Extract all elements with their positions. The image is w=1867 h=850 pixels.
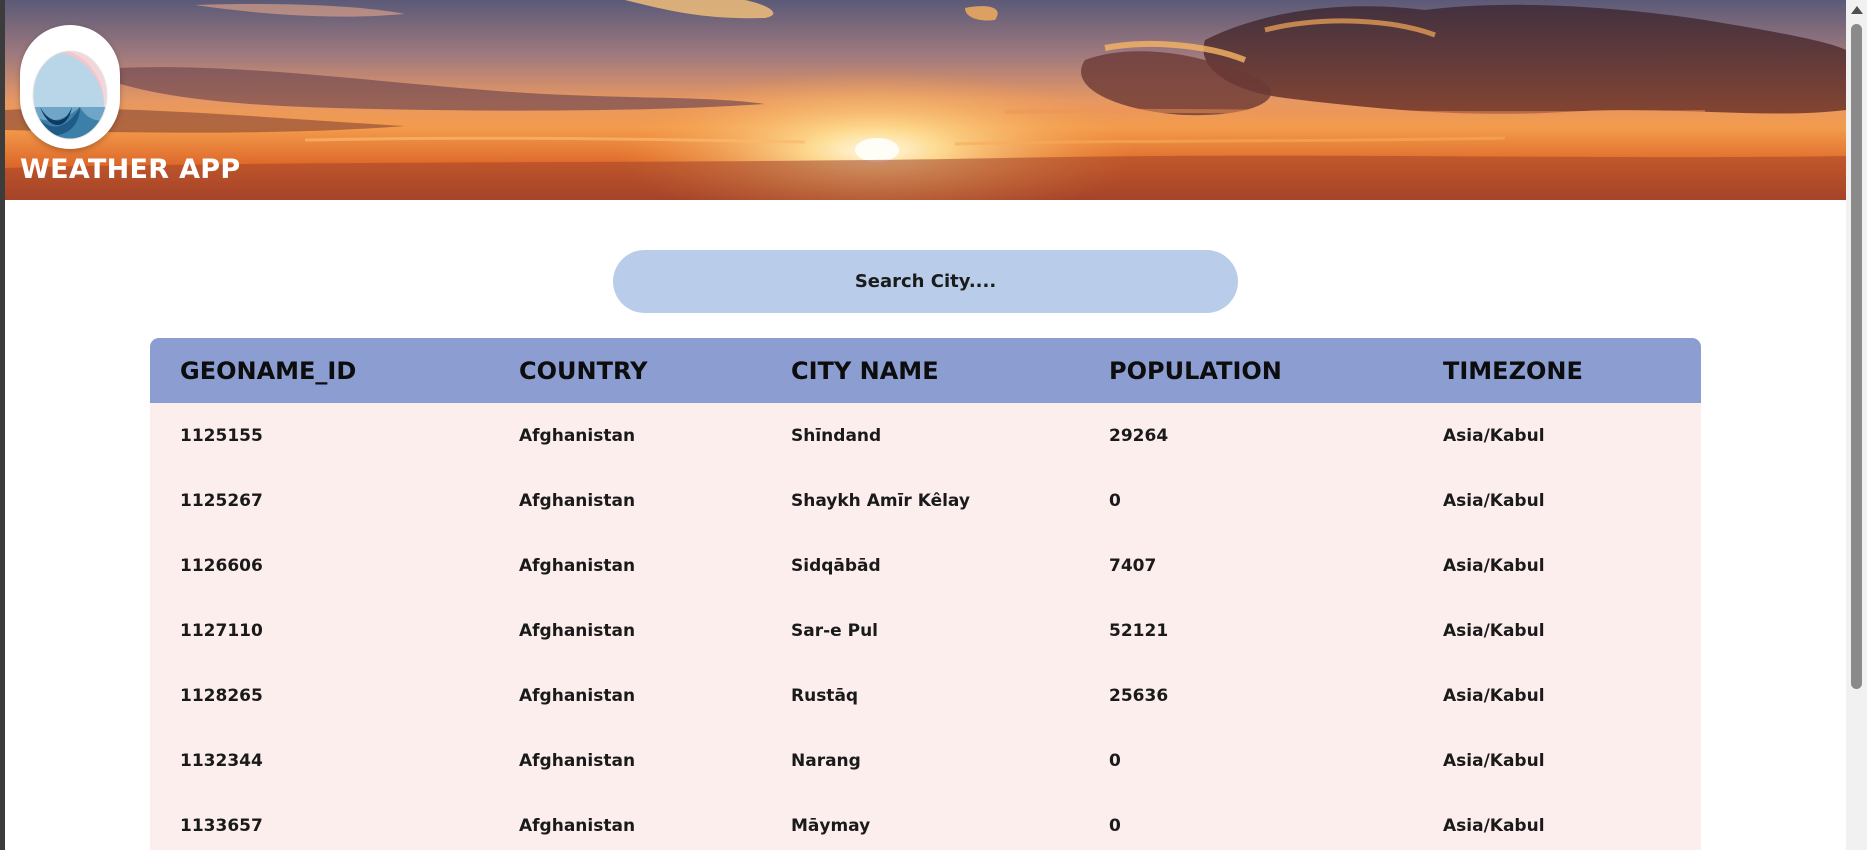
cell-timezone: Asia/Kabul bbox=[1443, 490, 1545, 511]
column-header-timezone[interactable]: TIMEZONE bbox=[1413, 338, 1701, 403]
column-header-city-name[interactable]: CITY NAME bbox=[761, 338, 1079, 403]
cell-population: 29264 bbox=[1109, 425, 1169, 446]
cell-city-name: Shīndand bbox=[791, 425, 882, 446]
cell-timezone: Asia/Kabul bbox=[1443, 685, 1545, 706]
table-row[interactable]: 1132344 Afghanistan Narang 0 Asia/Kabul bbox=[150, 728, 1701, 793]
cell-country: Afghanistan bbox=[519, 815, 636, 836]
cell-country: Afghanistan bbox=[519, 750, 636, 771]
cell-country: Afghanistan bbox=[519, 685, 636, 706]
search-city-input[interactable] bbox=[613, 250, 1238, 313]
cell-geoname-id: 1132344 bbox=[180, 750, 263, 771]
cell-country: Afghanistan bbox=[519, 555, 636, 576]
cell-city-name: Sar-e Pul bbox=[791, 620, 878, 641]
cell-country: Afghanistan bbox=[519, 620, 636, 641]
app-title: WEATHER APP bbox=[20, 154, 241, 185]
cell-timezone: Asia/Kabul bbox=[1443, 425, 1545, 446]
cell-city-name: Rustāq bbox=[791, 685, 859, 706]
table-row[interactable]: 1125267 Afghanistan Shaykh Amīr Kêlay 0 … bbox=[150, 468, 1701, 533]
cell-population: 25636 bbox=[1109, 685, 1169, 706]
table-row[interactable]: 1127110 Afghanistan Sar-e Pul 52121 Asia… bbox=[150, 598, 1701, 663]
table-row[interactable]: 1125155 Afghanistan Shīndand 29264 Asia/… bbox=[150, 403, 1701, 468]
table-row[interactable]: 1126606 Afghanistan Sidqābād 7407 Asia/K… bbox=[150, 533, 1701, 598]
cell-population: 0 bbox=[1109, 815, 1121, 836]
cell-geoname-id: 1125267 bbox=[180, 490, 263, 511]
column-header-country[interactable]: COUNTRY bbox=[489, 338, 761, 403]
cell-city-name: Sidqābād bbox=[791, 555, 881, 576]
table-row[interactable]: 1128265 Afghanistan Rustāq 25636 Asia/Ka… bbox=[150, 663, 1701, 728]
cell-geoname-id: 1126606 bbox=[180, 555, 263, 576]
app-window: WEATHER APP GEONAME_ID COUNTRY CITY NAME… bbox=[0, 0, 1867, 850]
cell-timezone: Asia/Kabul bbox=[1443, 620, 1545, 641]
cell-population: 52121 bbox=[1109, 620, 1169, 641]
column-header-population[interactable]: POPULATION bbox=[1079, 338, 1413, 403]
cities-table-container: GEONAME_ID COUNTRY CITY NAME POPULATION … bbox=[150, 338, 1701, 850]
cell-country: Afghanistan bbox=[519, 490, 636, 511]
cell-country: Afghanistan bbox=[519, 425, 636, 446]
cell-timezone: Asia/Kabul bbox=[1443, 555, 1545, 576]
cell-geoname-id: 1128265 bbox=[180, 685, 263, 706]
cell-city-name: Narang bbox=[791, 750, 861, 771]
cell-city-name: Māymay bbox=[791, 815, 871, 836]
cell-timezone: Asia/Kabul bbox=[1443, 815, 1545, 836]
scrollbar-thumb[interactable] bbox=[1851, 24, 1862, 689]
cell-geoname-id: 1125155 bbox=[180, 425, 263, 446]
table-row[interactable]: 1133657 Afghanistan Māymay 0 Asia/Kabul bbox=[150, 793, 1701, 850]
cell-geoname-id: 1133657 bbox=[180, 815, 263, 836]
cell-population: 7407 bbox=[1109, 555, 1157, 576]
scroll-up-arrow-icon[interactable] bbox=[1851, 6, 1863, 14]
sunset-background bbox=[5, 0, 1846, 200]
cell-population: 0 bbox=[1109, 490, 1121, 511]
column-header-geoname-id[interactable]: GEONAME_ID bbox=[150, 338, 489, 403]
header-banner: WEATHER APP bbox=[5, 0, 1846, 200]
cell-city-name: Shaykh Amīr Kêlay bbox=[791, 490, 970, 511]
weather-logo-icon bbox=[20, 25, 120, 149]
table-header-row: GEONAME_ID COUNTRY CITY NAME POPULATION … bbox=[150, 338, 1701, 403]
cell-geoname-id: 1127110 bbox=[180, 620, 263, 641]
cell-population: 0 bbox=[1109, 750, 1121, 771]
vertical-scrollbar[interactable] bbox=[1846, 0, 1867, 850]
cell-timezone: Asia/Kabul bbox=[1443, 750, 1545, 771]
cities-table: GEONAME_ID COUNTRY CITY NAME POPULATION … bbox=[150, 338, 1701, 850]
